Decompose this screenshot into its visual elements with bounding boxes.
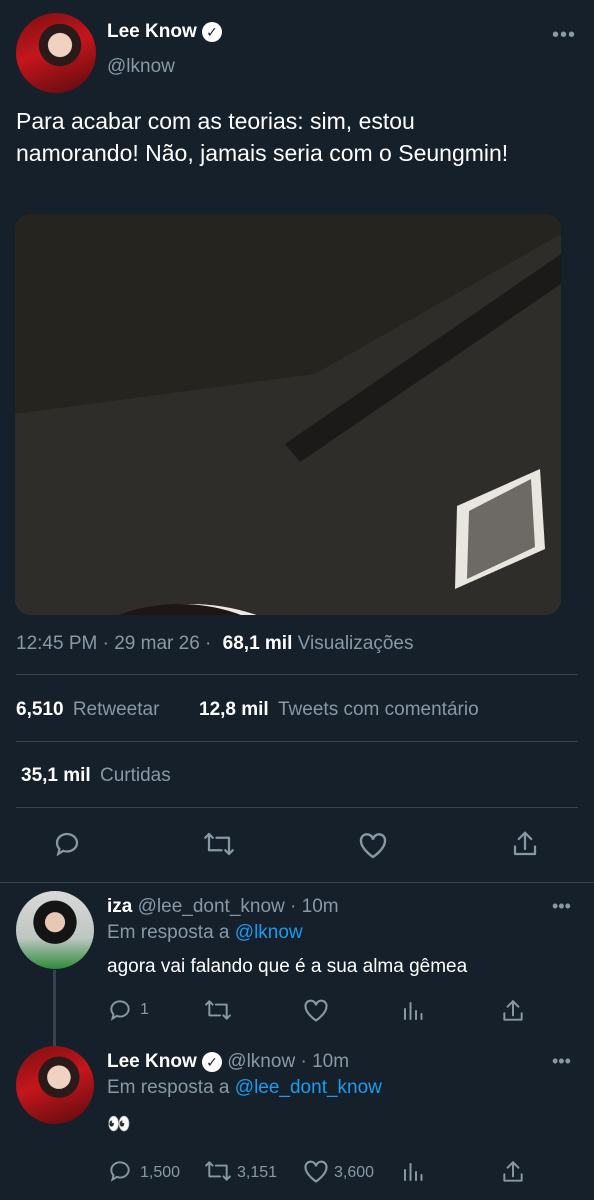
share-icon[interactable] [510,828,540,860]
section-divider [0,882,594,883]
divider [16,807,578,808]
tweet-meta: 12:45 PM · 29 mar 26 · 68,1 mil Visualiz… [16,633,413,655]
views-count: 68,1 mil [222,633,293,654]
reply-author-name[interactable]: Lee Know [107,1051,197,1072]
reply-author-name[interactable]: iza [107,896,132,917]
author-avatar[interactable] [16,13,96,93]
author-name[interactable]: Lee Know [107,21,197,42]
likes-count: 35,1 mil [21,765,91,786]
tweet-date[interactable]: 29 mar 26 [114,633,200,654]
retweet-stats[interactable]: 6,510 Retweetar [16,699,159,721]
retweet-icon[interactable] [203,997,233,1023]
like-stats[interactable]: 35,1 mil Curtidas [21,765,171,787]
more-options-icon[interactable]: ••• [552,24,576,47]
like-icon[interactable] [357,830,389,860]
retweets-label: Retweetar [72,699,160,720]
header-separator: · [290,896,297,917]
like-icon[interactable] [302,1158,330,1184]
like-icon[interactable] [302,997,330,1023]
views-label: Visualizações [297,633,414,654]
retweet-icon[interactable] [203,1158,233,1184]
likes-label: Curtidas [100,765,171,786]
header-separator: · [300,1051,307,1072]
reply-to-handle[interactable]: @lknow [235,922,303,943]
thread-line [53,970,56,1047]
reply-count: 1,500 [140,1164,181,1181]
quote-stats[interactable]: 12,8 mil Tweets com comentário [199,699,479,721]
reply-text: agora vai falando que é a sua alma gêmea [107,956,468,977]
reply-avatar[interactable] [16,1046,94,1124]
reply-icon[interactable] [107,1158,133,1184]
reply-avatar[interactable] [16,891,94,969]
retweet-count: 3,151 [237,1164,278,1181]
reply-count: 1 [140,1001,149,1018]
retweet-icon[interactable] [202,829,236,859]
meta-separator: · [205,633,217,654]
divider [16,674,578,675]
verified-badge-icon: ✓ [202,1051,223,1072]
divider [16,741,578,742]
reply-header: Lee Know ✓ @lknow · 10m [107,1051,349,1073]
reply-context: Em resposta a @lknow [107,922,303,944]
reply-more-icon[interactable]: ••• [552,896,571,917]
reply-icon[interactable] [52,829,82,859]
reply-actions: 1 [107,997,527,1025]
retweets-count: 6,510 [16,699,64,720]
reply-to-handle[interactable]: @lee_dont_know [235,1077,382,1098]
quotes-label: Tweets com comentário [278,699,479,720]
reply-time[interactable]: 10m [302,896,339,917]
share-icon[interactable] [500,997,526,1025]
reply-to-label: Em resposta a [107,1077,230,1098]
reply-author-handle[interactable]: @lknow [227,1051,295,1072]
reply-actions: 1,500 3,151 3,600 [107,1158,527,1186]
analytics-icon[interactable] [402,1160,424,1182]
reply-header: iza @lee_dont_know · 10m [107,896,339,918]
meta-separator: · [102,633,115,654]
reply-time[interactable]: 10m [312,1051,349,1072]
like-count: 3,600 [334,1164,375,1181]
reply-more-icon[interactable]: ••• [552,1051,571,1072]
share-icon[interactable] [500,1158,526,1186]
tweet-time[interactable]: 12:45 PM [16,633,97,654]
reply-icon[interactable] [107,997,133,1023]
analytics-icon[interactable] [402,999,424,1021]
author-name-row[interactable]: Lee Know ✓ [107,21,223,43]
quotes-count: 12,8 mil [199,699,269,720]
reply-text: 👀 [107,1114,131,1135]
tweet-media-image[interactable] [15,214,561,615]
author-handle[interactable]: @lknow [107,56,175,78]
tweet-text: Para acabar com as teorias: sim, estou n… [16,108,509,166]
reply-to-label: Em resposta a [107,922,230,943]
reply-author-handle[interactable]: @lee_dont_know [138,896,285,917]
reply-context: Em resposta a @lee_dont_know [107,1077,382,1099]
media-photo [15,214,561,615]
verified-badge-icon: ✓ [202,21,223,42]
